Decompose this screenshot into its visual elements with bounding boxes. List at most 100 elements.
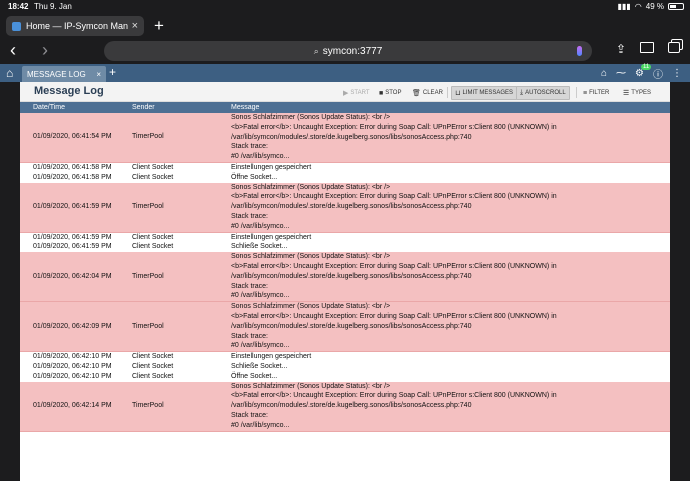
close-tab-icon[interactable]: ×	[132, 20, 138, 32]
table-row[interactable]: 01/09/2020, 06:42:09 PM TimerPool Sonos Sc…	[20, 302, 670, 353]
scroll-down-icon: ⤓	[520, 89, 524, 96]
share-icon[interactable]: ⇪	[616, 42, 626, 56]
row-sender: TimerPool	[132, 402, 164, 410]
row-datetime: 01/09/2020, 06:42:14 PM	[33, 402, 112, 410]
voice-input-icon[interactable]	[577, 46, 582, 56]
table-row[interactable]: 01/09/2020, 06:41:58 PM Client Socket Eins…	[20, 162, 670, 173]
stop-button[interactable]: ■ STOP	[376, 86, 404, 100]
row-sender: TimerPool	[132, 203, 164, 211]
bookmarks-icon[interactable]	[640, 42, 654, 53]
row-message: Öffne Socket...	[231, 173, 278, 181]
play-icon: ▶	[343, 90, 349, 97]
types-button[interactable]: ☰ TYPES	[620, 86, 654, 100]
store-icon[interactable]: ⌂	[601, 68, 607, 79]
app-toolbar-right: ⌂ ⁓ ⚙ 11 ⓘ ⋮	[601, 64, 682, 81]
battery-icon	[668, 3, 684, 10]
tab-message-log[interactable]: MESSAGE LOG ×	[22, 66, 106, 82]
battery-fill	[670, 5, 676, 8]
limit-label: LIMIT MESSAGES	[462, 90, 514, 96]
browser-tab[interactable]: Home — IP-Symcon Man ×	[6, 16, 144, 36]
filter-icon: ≡	[583, 89, 588, 97]
row-message: Schließe Socket...	[231, 362, 288, 370]
toolbar-divider	[576, 87, 577, 98]
row-sender: Client Socket	[132, 163, 174, 171]
row-datetime: 01/09/2020, 06:41:59 PM	[33, 243, 112, 251]
table-row[interactable]: 01/09/2020, 06:42:10 PM Client Socket Eins…	[20, 352, 670, 362]
row-datetime: 01/09/2020, 06:41:58 PM	[33, 163, 112, 171]
column-header-message[interactable]: Message	[231, 104, 259, 111]
table-row[interactable]: 01/09/2020, 06:42:10 PM Client Socket Öffn…	[20, 371, 670, 382]
row-message: Einstellungen gespeichert	[231, 163, 312, 171]
home-icon[interactable]: ⌂	[6, 66, 13, 80]
row-sender: Client Socket	[132, 372, 174, 380]
new-tab-button[interactable]: +	[154, 16, 164, 36]
column-header-datetime[interactable]: Date/Time	[33, 104, 65, 111]
add-tab-button[interactable]: +	[109, 65, 116, 79]
row-datetime: 01/09/2020, 06:42:09 PM	[33, 322, 112, 330]
browser-nav-bar: ‹ › ⌕ symcon:3777 ⇪	[0, 38, 690, 64]
row-message: Sonos Schlafzimmer (Sonos Update Status)…	[231, 382, 557, 429]
table-row[interactable]: 01/09/2020, 06:41:58 PM Client Socket Öffn…	[20, 172, 670, 183]
row-sender: Client Socket	[132, 243, 174, 251]
status-time: 18:42	[8, 2, 29, 11]
table-row[interactable]: 01/09/2020, 06:42:10 PM Client Socket Schl…	[20, 361, 670, 372]
table-row[interactable]: 01/09/2020, 06:42:14 PM TimerPool Sonos Sc…	[20, 381, 670, 432]
address-bar[interactable]: ⌕ symcon:3777	[104, 41, 592, 61]
row-message: Sonos Schlafzimmer (Sonos Update Status)…	[231, 303, 557, 350]
wifi-icon: ◠	[634, 2, 642, 11]
clear-button[interactable]: 🗑 CLEAR	[409, 86, 446, 100]
row-datetime: 01/09/2020, 06:42:10 PM	[33, 362, 112, 370]
symcon-favicon-icon	[12, 21, 21, 31]
limit-messages-button[interactable]: ⊔ LIMIT MESSAGES	[451, 86, 518, 100]
table-row[interactable]: 01/09/2020, 06:41:59 PM TimerPool Sonos Sc…	[20, 182, 670, 233]
row-datetime: 01/09/2020, 06:42:04 PM	[33, 272, 112, 280]
row-sender: Client Socket	[132, 362, 174, 370]
row-datetime: 01/09/2020, 06:42:10 PM	[33, 353, 112, 361]
back-button[interactable]: ‹	[10, 40, 16, 60]
column-header-sender[interactable]: Sender	[132, 104, 155, 111]
battery-percent: 49 %	[645, 2, 664, 11]
start-button[interactable]: ▶ START	[340, 86, 373, 100]
address-text: symcon:3777	[322, 45, 383, 57]
row-message: Einstellungen gespeichert	[231, 233, 312, 241]
table-row[interactable]: 01/09/2020, 06:41:54 PM TimerPool Sonos Sc…	[20, 113, 670, 163]
row-sender: TimerPool	[132, 272, 164, 280]
row-message: Schließe Socket...	[231, 243, 288, 251]
notifications[interactable]: ⚙ 11	[635, 64, 652, 79]
more-icon[interactable]: ⋮	[672, 68, 682, 79]
row-sender: TimerPool	[132, 322, 164, 330]
start-label: START	[350, 90, 370, 96]
autoscroll-button[interactable]: ⤓ AUTOSCROLL	[516, 86, 570, 100]
info-icon[interactable]: ⓘ	[653, 66, 663, 81]
forward-button[interactable]: ›	[42, 40, 48, 60]
row-sender: Client Socket	[132, 233, 174, 241]
table-row[interactable]: 01/09/2020, 06:42:04 PM TimerPool Sonos Sc…	[20, 252, 670, 303]
search-icon: ⌕	[313, 45, 319, 56]
autoscroll-label: AUTOSCROLL	[525, 90, 566, 96]
stop-icon: ■	[379, 89, 384, 97]
table-row[interactable]: 01/09/2020, 06:41:59 PM Client Socket Schl…	[20, 242, 670, 253]
toolbar-divider	[447, 87, 448, 98]
table-row[interactable]: 01/09/2020, 06:41:59 PM Client Socket Eins…	[20, 232, 670, 243]
stop-label: STOP	[385, 90, 402, 96]
table-header: Date/Time Sender Message	[20, 102, 670, 113]
signal-icon: ▮▮▮	[617, 2, 631, 11]
row-message: Sonos Schlafzimmer (Sonos Update Status)…	[231, 253, 557, 300]
filter-button[interactable]: ≡ FILTER	[580, 86, 612, 100]
page-title: Message Log	[34, 85, 104, 97]
row-sender: Client Socket	[132, 173, 174, 181]
row-message: Sonos Schlafzimmer (Sonos Update Status)…	[231, 114, 557, 161]
row-datetime: 01/09/2020, 06:41:58 PM	[33, 173, 112, 181]
tab-message-log-label: MESSAGE LOG	[27, 69, 86, 79]
panel-header: Message Log ▶ START ■ STOP 🗑 CLEAR ⊔ LIM…	[20, 82, 670, 102]
row-sender: Client Socket	[132, 353, 174, 361]
chart-icon[interactable]: ⁓	[616, 68, 626, 79]
row-datetime: 01/09/2020, 06:41:54 PM	[33, 133, 112, 141]
list-icon: ☰	[623, 90, 630, 97]
notification-badge: 11	[641, 64, 652, 70]
row-datetime: 01/09/2020, 06:41:59 PM	[33, 233, 112, 241]
tabs-overview-icon[interactable]	[668, 42, 680, 53]
close-tab-icon[interactable]: ×	[96, 70, 101, 79]
browser-actions: ⇪	[616, 42, 680, 56]
limit-icon: ⊔	[455, 90, 461, 97]
